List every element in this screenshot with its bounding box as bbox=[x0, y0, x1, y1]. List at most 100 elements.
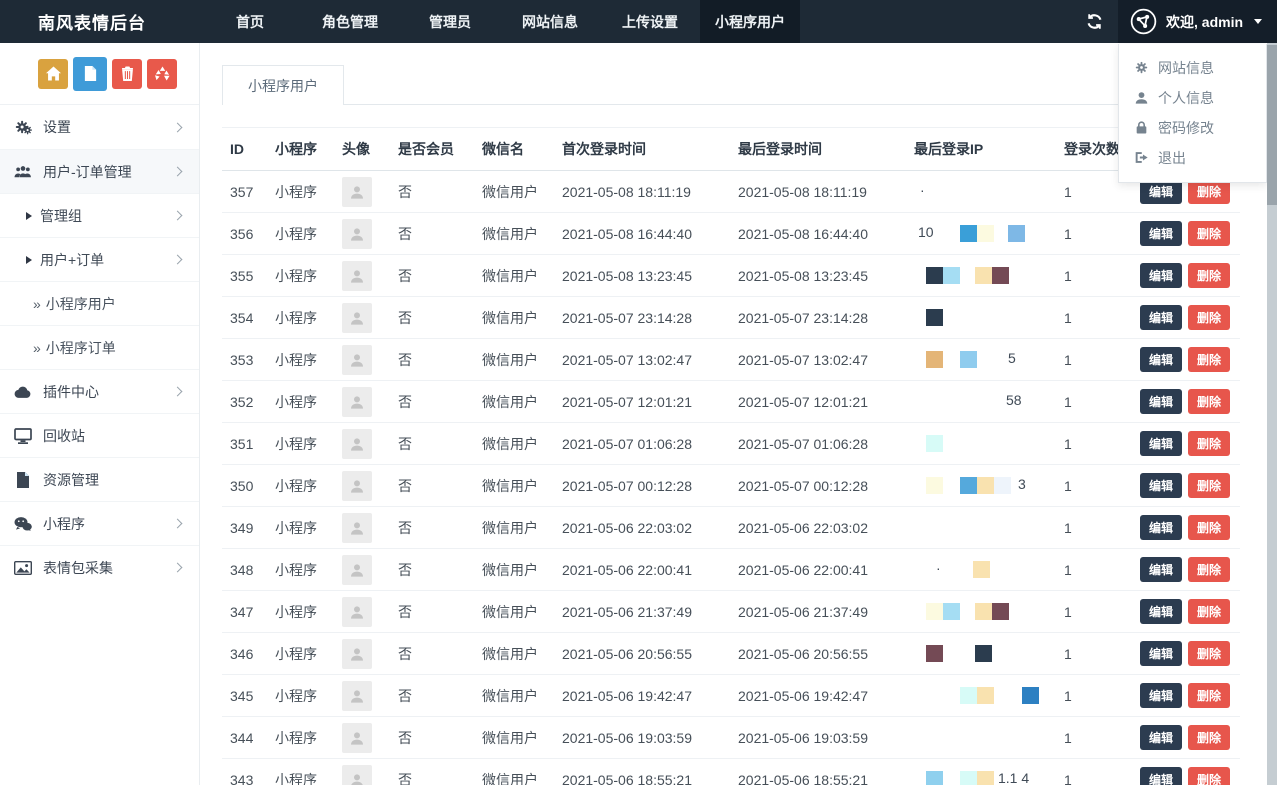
edit-button[interactable]: 编辑 bbox=[1140, 767, 1182, 785]
edit-button[interactable]: 编辑 bbox=[1140, 557, 1182, 582]
delete-button[interactable]: 删除 bbox=[1188, 599, 1230, 624]
cell-login-count: 1 bbox=[1056, 591, 1132, 633]
sidebar-item-小程序订单[interactable]: »小程序订单 bbox=[0, 325, 199, 369]
cell-avatar bbox=[334, 675, 390, 717]
cell-app: 小程序 bbox=[267, 591, 334, 633]
delete-button[interactable]: 删除 bbox=[1188, 557, 1230, 582]
sidebar-item-表情包采集[interactable]: 表情包采集 bbox=[0, 545, 199, 589]
scrollbar-thumb[interactable] bbox=[1267, 45, 1277, 205]
cell-actions: 编辑删除 bbox=[1132, 339, 1240, 381]
cell-avatar bbox=[334, 549, 390, 591]
file-button[interactable] bbox=[73, 57, 107, 91]
censor-mosaic-square bbox=[977, 771, 994, 785]
refresh-button[interactable] bbox=[1070, 0, 1118, 43]
edit-button[interactable]: 编辑 bbox=[1140, 389, 1182, 414]
sidebar-item-插件中心[interactable]: 插件中心 bbox=[0, 369, 199, 413]
sidebar-item-label: 表情包采集 bbox=[43, 558, 113, 578]
dropdown-item-label: 密码修改 bbox=[1158, 118, 1214, 138]
recycle-button[interactable] bbox=[147, 59, 177, 89]
cell-id: 351 bbox=[222, 423, 267, 465]
edit-button[interactable]: 编辑 bbox=[1140, 431, 1182, 456]
person-icon bbox=[349, 436, 365, 452]
col-头像: 头像 bbox=[334, 128, 390, 171]
delete-button[interactable]: 删除 bbox=[1188, 767, 1230, 785]
dropdown-item-网站信息[interactable]: 网站信息 bbox=[1119, 53, 1266, 83]
cell-actions: 编辑删除 bbox=[1132, 255, 1240, 297]
censor-mosaic-square bbox=[994, 477, 1011, 494]
ip-fragment: · bbox=[936, 560, 941, 576]
edit-button[interactable]: 编辑 bbox=[1140, 263, 1182, 288]
delete-button[interactable]: 删除 bbox=[1188, 515, 1230, 540]
delete-button[interactable]: 删除 bbox=[1188, 389, 1230, 414]
cell-id: 350 bbox=[222, 465, 267, 507]
delete-button[interactable]: 删除 bbox=[1188, 683, 1230, 708]
sidebar-item-小程序用户[interactable]: »小程序用户 bbox=[0, 281, 199, 325]
sidebar-item-用户-订单管理[interactable]: 用户-订单管理 bbox=[0, 149, 199, 193]
tab-mini-program-users[interactable]: 小程序用户 bbox=[222, 65, 344, 105]
sidebar-item-资源管理[interactable]: 资源管理 bbox=[0, 457, 199, 501]
delete-button[interactable]: 删除 bbox=[1188, 473, 1230, 498]
delete-button[interactable]: 删除 bbox=[1188, 431, 1230, 456]
edit-button[interactable]: 编辑 bbox=[1140, 599, 1182, 624]
avatar bbox=[342, 345, 372, 375]
edit-button[interactable]: 编辑 bbox=[1140, 515, 1182, 540]
cell-last-login: 2021-05-06 18:55:21 bbox=[730, 759, 906, 785]
delete-button[interactable]: 删除 bbox=[1188, 641, 1230, 666]
person-icon bbox=[349, 184, 365, 200]
edit-button[interactable]: 编辑 bbox=[1140, 347, 1182, 372]
cell-id: 357 bbox=[222, 171, 267, 213]
sidebar-item-管理组[interactable]: 管理组 bbox=[0, 193, 199, 237]
home-button[interactable] bbox=[38, 59, 68, 89]
edit-button[interactable]: 编辑 bbox=[1140, 221, 1182, 246]
edit-button[interactable]: 编辑 bbox=[1140, 683, 1182, 708]
censor-mosaic-square bbox=[973, 561, 990, 578]
cell-last-ip bbox=[906, 675, 1056, 717]
nav-item-网站信息[interactable]: 网站信息 bbox=[500, 0, 600, 43]
sidebar-item-小程序[interactable]: 小程序 bbox=[0, 501, 199, 545]
delete-button[interactable]: 删除 bbox=[1188, 347, 1230, 372]
nav-item-管理员[interactable]: 管理员 bbox=[400, 0, 500, 43]
cell-actions: 编辑删除 bbox=[1132, 633, 1240, 675]
edit-button[interactable]: 编辑 bbox=[1140, 473, 1182, 498]
nav-item-上传设置[interactable]: 上传设置 bbox=[600, 0, 700, 43]
app-brand[interactable]: 南风表情后台 bbox=[0, 0, 200, 43]
trash-button[interactable] bbox=[112, 59, 142, 89]
edit-button[interactable]: 编辑 bbox=[1140, 641, 1182, 666]
censor-mosaic-square bbox=[926, 645, 943, 662]
cloud-icon bbox=[12, 384, 34, 400]
cell-wechat-name: 微信用户 bbox=[474, 633, 554, 675]
dropdown-item-退出[interactable]: 退出 bbox=[1119, 143, 1266, 173]
edit-button[interactable]: 编辑 bbox=[1140, 725, 1182, 750]
person-icon bbox=[349, 688, 365, 704]
sidebar-item-回收站[interactable]: 回收站 bbox=[0, 413, 199, 457]
cell-first-login: 2021-05-07 12:01:21 bbox=[554, 381, 730, 423]
lock-icon bbox=[1135, 121, 1149, 135]
cell-login-count: 1 bbox=[1056, 507, 1132, 549]
censor-mosaic-square bbox=[926, 435, 943, 452]
avatar bbox=[342, 765, 372, 785]
cell-last-ip bbox=[906, 717, 1056, 759]
user-menu[interactable]: 欢迎, admin bbox=[1118, 0, 1277, 43]
nav-item-小程序用户[interactable]: 小程序用户 bbox=[700, 0, 800, 43]
sidebar-item-设置[interactable]: 设置 bbox=[0, 105, 199, 149]
person-icon bbox=[349, 310, 365, 326]
delete-button[interactable]: 删除 bbox=[1188, 263, 1230, 288]
sidebar-item-用户+订单[interactable]: 用户+订单 bbox=[0, 237, 199, 281]
cell-last-login: 2021-05-06 20:56:55 bbox=[730, 633, 906, 675]
sidebar: 设置用户-订单管理管理组用户+订单»小程序用户»小程序订单插件中心回收站资源管理… bbox=[0, 43, 200, 785]
dropdown-item-个人信息[interactable]: 个人信息 bbox=[1119, 83, 1266, 113]
chevron-right-icon bbox=[173, 122, 183, 132]
scrollbar-track[interactable] bbox=[1267, 43, 1277, 785]
cell-member: 否 bbox=[390, 255, 474, 297]
dropdown-item-密码修改[interactable]: 密码修改 bbox=[1119, 113, 1266, 143]
cell-app: 小程序 bbox=[267, 759, 334, 785]
cell-login-count: 1 bbox=[1056, 423, 1132, 465]
nav-item-首页[interactable]: 首页 bbox=[200, 0, 300, 43]
cell-app: 小程序 bbox=[267, 171, 334, 213]
delete-button[interactable]: 删除 bbox=[1188, 725, 1230, 750]
delete-button[interactable]: 删除 bbox=[1188, 305, 1230, 330]
edit-button[interactable]: 编辑 bbox=[1140, 305, 1182, 330]
delete-button[interactable]: 删除 bbox=[1188, 221, 1230, 246]
nav-item-角色管理[interactable]: 角色管理 bbox=[300, 0, 400, 43]
censor-mosaic-square bbox=[960, 687, 977, 704]
